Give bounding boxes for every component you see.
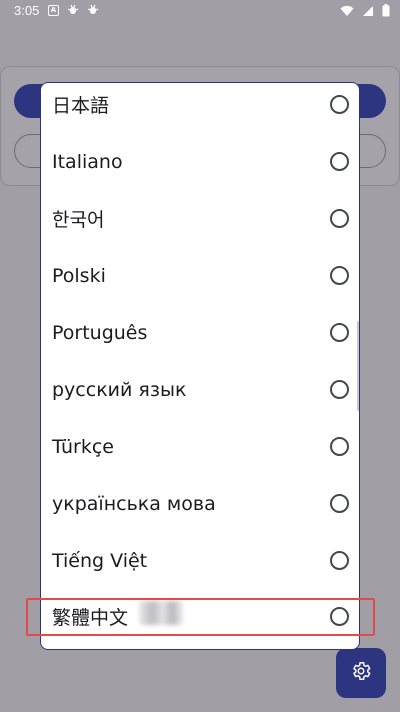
radio-button[interactable] (330, 494, 349, 513)
status-time: 3:05 (14, 3, 40, 18)
language-label: Português (52, 321, 148, 344)
scrollbar[interactable] (357, 321, 359, 411)
settings-button[interactable] (336, 648, 386, 698)
radio-button[interactable] (330, 209, 349, 228)
language-label: Tiếng Việt (52, 549, 148, 572)
status-icons-right (340, 4, 390, 17)
language-option-italian[interactable]: Italiano (41, 133, 359, 190)
language-option-japanese[interactable]: 日本語 (41, 83, 359, 133)
radio-button[interactable] (330, 380, 349, 399)
language-label: Italiano (52, 150, 123, 173)
language-option-polish[interactable]: Polski (41, 247, 359, 304)
language-option-korean[interactable]: 한국어 (41, 190, 359, 247)
radio-button[interactable] (330, 95, 349, 114)
status-icons-left: A (48, 4, 99, 16)
language-label: 한국어 (52, 209, 105, 231)
gear-icon (350, 660, 372, 686)
language-label: Türkçe (52, 435, 114, 458)
bug-icon (87, 4, 99, 16)
signal-icon (362, 5, 374, 17)
notification-a-icon: A (48, 4, 59, 16)
language-option-russian[interactable]: русский язык (41, 361, 359, 418)
radio-button[interactable] (330, 323, 349, 342)
battery-icon (382, 4, 390, 17)
radio-button[interactable] (330, 551, 349, 570)
bug-icon (67, 4, 79, 16)
wifi-icon (340, 5, 354, 17)
language-label: 日本語 (52, 95, 110, 117)
radio-button[interactable] (330, 437, 349, 456)
language-label: Polski (52, 264, 106, 287)
language-option-ukrainian[interactable]: українська мова (41, 475, 359, 532)
language-dialog: 日本語 Italiano 한국어 Polski Português русски… (40, 82, 360, 650)
language-option-turkish[interactable]: Türkçe (41, 418, 359, 475)
language-label: українська мова (52, 492, 216, 515)
highlight-annotation-box (26, 598, 375, 636)
language-option-portuguese[interactable]: Português (41, 304, 359, 361)
radio-button[interactable] (330, 266, 349, 285)
language-option-vietnamese[interactable]: Tiếng Việt (41, 532, 359, 589)
radio-button[interactable] (330, 152, 349, 171)
language-label: русский язык (52, 378, 187, 401)
status-bar: 3:05 A (0, 0, 400, 24)
